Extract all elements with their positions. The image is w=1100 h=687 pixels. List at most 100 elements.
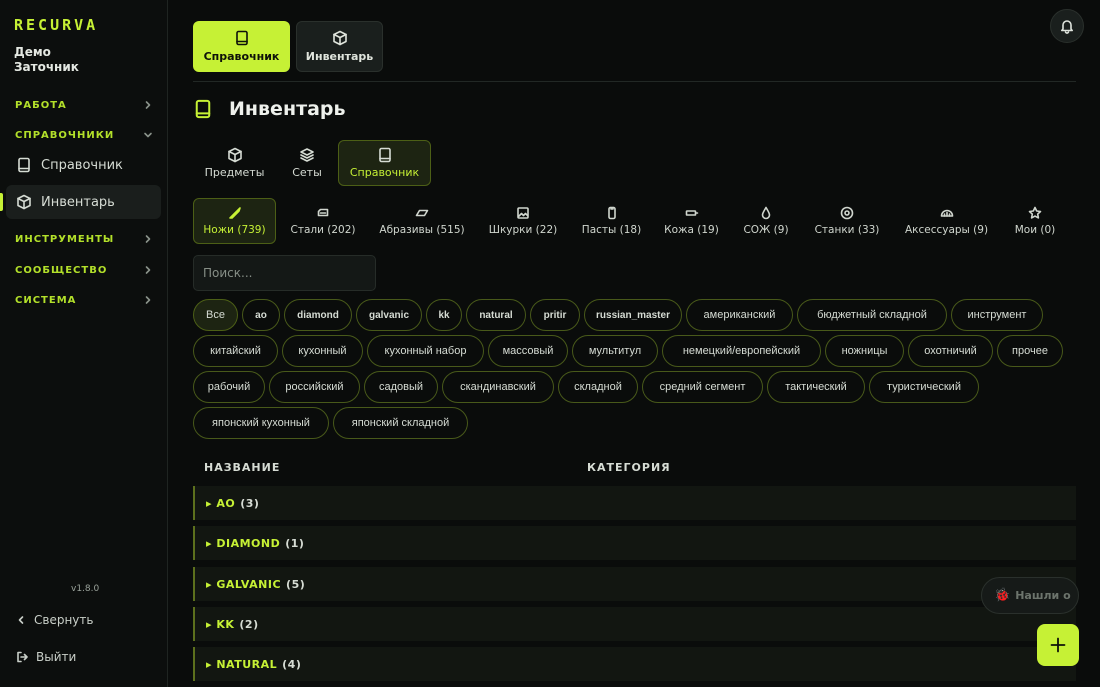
tag-chip[interactable]: рабочий xyxy=(193,371,265,403)
tag-chip[interactable]: pritir xyxy=(530,299,580,331)
category-coolant[interactable]: СОЖ (9) xyxy=(741,198,791,244)
sidebar-section-community-label: СООБЩЕСТВО xyxy=(15,264,108,276)
sidebar-item-reference[interactable]: Справочник xyxy=(6,148,161,182)
group-count: (1) xyxy=(285,536,305,550)
tag-chip[interactable]: diamond xyxy=(284,299,352,331)
tag-chip[interactable]: японский складной xyxy=(333,407,468,439)
group-name: ▸ DIAMOND xyxy=(206,536,281,550)
cube-icon xyxy=(227,147,242,163)
table-group-row[interactable]: ▸ NATURAL (4) xyxy=(193,647,1076,681)
chevron-down-icon xyxy=(144,132,152,138)
tag-chip[interactable]: мультитул xyxy=(572,335,658,367)
column-header-category[interactable]: КАТЕГОРИЯ xyxy=(587,461,671,474)
category-sandpaper[interactable]: Шкурки (22) xyxy=(486,198,560,244)
tag-chip[interactable]: galvanic xyxy=(356,299,422,331)
category-knives[interactable]: Ножи (739) xyxy=(193,198,276,244)
sidebar-section-tools[interactable]: ИНСТРУМЕНТЫ xyxy=(15,229,153,249)
add-button[interactable] xyxy=(1037,624,1079,666)
category-leather[interactable]: Кожа (19) xyxy=(663,198,720,244)
tag-chip[interactable]: японский кухонный xyxy=(193,407,329,439)
group-count: (5) xyxy=(286,577,306,591)
bell-icon xyxy=(1061,20,1073,34)
tag-chip[interactable]: скандинавский xyxy=(442,371,554,403)
table-group-row[interactable]: ▸ GALVANIC (5) xyxy=(193,567,1076,601)
sidebar-section-work[interactable]: РАБОТА xyxy=(15,95,153,115)
cube-icon xyxy=(332,30,347,46)
gauge-icon xyxy=(940,209,953,217)
tag-chip[interactable]: кухонный xyxy=(282,335,363,367)
tab-items[interactable]: Предметы xyxy=(197,140,272,186)
tag-chip[interactable]: охотничий xyxy=(908,335,993,367)
search-input[interactable] xyxy=(193,255,376,291)
tag-chip[interactable]: natural xyxy=(466,299,526,331)
app-version: v1.8.0 xyxy=(71,584,100,594)
steel-bar-icon xyxy=(317,208,329,217)
sidebar-section-refs[interactable]: СПРАВОЧНИКИ xyxy=(15,125,153,145)
group-count: (4) xyxy=(282,657,302,671)
tag-chip[interactable]: туристический xyxy=(869,371,979,403)
group-count: (3) xyxy=(240,496,260,510)
tag-chip[interactable]: ножницы xyxy=(825,335,904,367)
tag-chip[interactable]: инструмент xyxy=(951,299,1043,331)
top-nav-inventory[interactable]: Инвентарь xyxy=(296,21,383,72)
tab-reference[interactable]: Справочник xyxy=(338,140,431,186)
page-title-text: Инвентарь xyxy=(229,98,346,120)
tag-chip[interactable]: тактический xyxy=(767,371,865,403)
tab-sets-label: Сеты xyxy=(292,166,322,179)
tag-chip[interactable]: американский xyxy=(686,299,793,331)
cube-icon xyxy=(17,194,31,210)
layers-icon xyxy=(300,148,314,162)
tag-chip[interactable]: складной xyxy=(558,371,638,403)
tag-chip[interactable]: kk xyxy=(426,299,462,331)
sidebar-section-refs-label: СПРАВОЧНИКИ xyxy=(15,129,115,141)
category-machines[interactable]: Станки (33) xyxy=(812,198,882,244)
tag-chip[interactable]: китайский xyxy=(193,335,278,367)
group-count: (2) xyxy=(239,617,259,631)
app-logo[interactable]: RECURVA xyxy=(14,16,98,34)
whetstone-icon xyxy=(415,209,429,217)
sidebar-item-inventory[interactable]: Инвентарь xyxy=(6,185,161,219)
sidebar-section-community[interactable]: СООБЩЕСТВО xyxy=(15,260,153,280)
logout-button[interactable]: Выйти xyxy=(16,650,76,664)
category-steels[interactable]: Стали (202) xyxy=(287,198,359,244)
category-abrasives[interactable]: Абразивы (515) xyxy=(378,198,466,244)
notifications-button[interactable] xyxy=(1050,9,1084,43)
group-name: ▸ GALVANIC xyxy=(206,577,282,591)
table-group-row[interactable]: ▸ DIAMOND (1) xyxy=(193,526,1076,560)
top-nav-reference-label: Справочник xyxy=(203,50,280,63)
tag-chip[interactable]: russian_master xyxy=(584,299,682,331)
tag-chip[interactable]: российский xyxy=(269,371,360,403)
book-icon xyxy=(235,30,248,46)
category-accessories[interactable]: Аксессуары (9) xyxy=(902,198,991,244)
tab-sets[interactable]: Сеты xyxy=(282,140,332,186)
category-pastes[interactable]: Пасты (18) xyxy=(581,198,642,244)
tag-chip[interactable]: бюджетный складной xyxy=(797,299,947,331)
collapse-button[interactable]: Свернуть xyxy=(16,613,93,627)
tag-chip[interactable]: немецкий/европейский xyxy=(662,335,821,367)
category-pastes-label: Пасты (18) xyxy=(581,224,642,236)
column-header-name[interactable]: НАЗВАНИЕ xyxy=(204,461,280,474)
logout-label: Выйти xyxy=(36,650,77,664)
droplet-icon xyxy=(761,206,771,220)
tag-chip-all[interactable]: Все xyxy=(193,299,238,331)
table-group-row[interactable]: ▸ KK (2) xyxy=(193,607,1076,641)
sidebar-section-work-label: РАБОТА xyxy=(15,99,67,111)
chevron-left-icon xyxy=(18,616,24,624)
star-icon xyxy=(1028,206,1042,219)
tag-chip[interactable]: садовый xyxy=(364,371,438,403)
top-nav-reference[interactable]: Справочник xyxy=(193,21,290,72)
chevron-right-icon xyxy=(145,101,151,109)
tag-chip[interactable]: прочее xyxy=(997,335,1063,367)
tag-chip[interactable]: массовый xyxy=(488,335,568,367)
target-icon xyxy=(840,206,854,220)
tag-chip[interactable]: кухонный набор xyxy=(367,335,484,367)
table-group-row[interactable]: ▸ AO (3) xyxy=(193,486,1076,520)
sidebar-section-system[interactable]: СИСТЕМА xyxy=(15,290,153,310)
category-mine-label: Мои (0) xyxy=(1014,224,1056,236)
category-mine[interactable]: Мои (0) xyxy=(1012,198,1058,244)
bug-report-button[interactable]: 🐞 Нашли о xyxy=(981,577,1079,614)
tag-chip[interactable]: ao xyxy=(242,299,280,331)
ladybug-icon: 🐞 xyxy=(994,588,1011,603)
sidebar-section-system-label: СИСТЕМА xyxy=(15,294,77,306)
tag-chip[interactable]: средний сегмент xyxy=(642,371,763,403)
